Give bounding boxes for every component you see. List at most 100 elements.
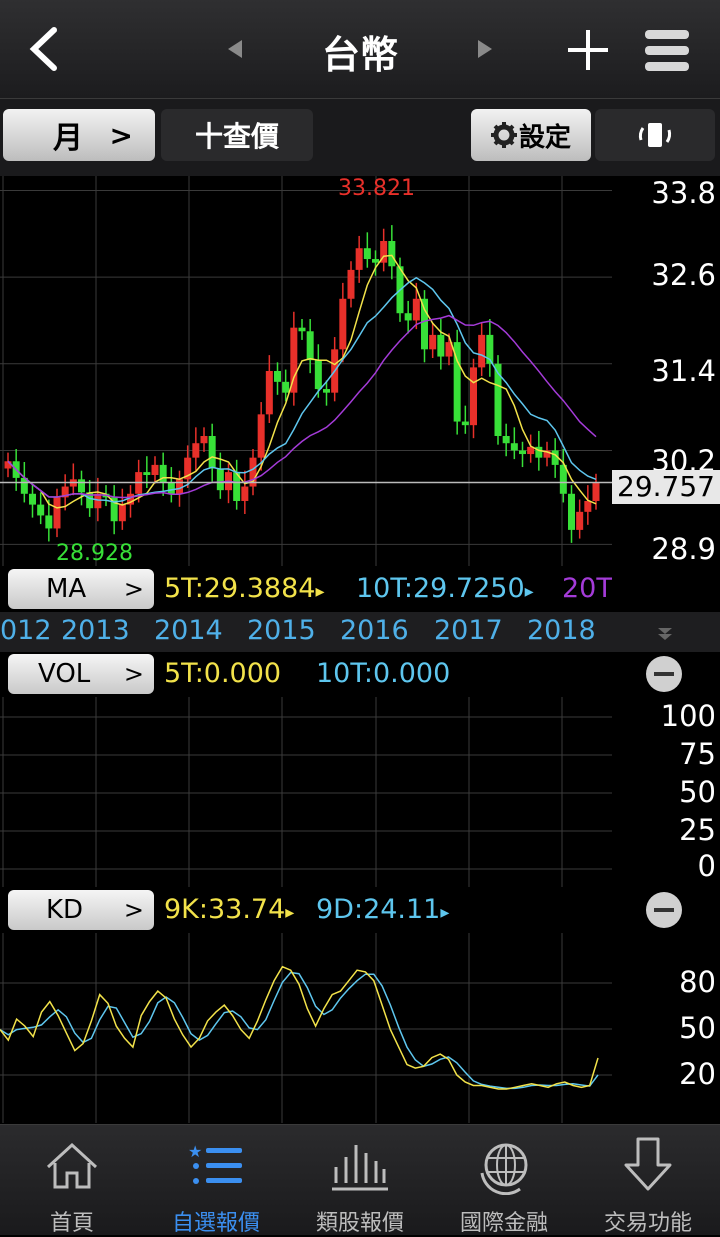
- top-nav-bar: 台幣: [0, 0, 720, 99]
- price-tick: 28.9: [651, 532, 716, 566]
- vol-label: VOL: [38, 659, 91, 689]
- price-chart[interactable]: [0, 176, 612, 566]
- remove-vol-button[interactable]: [646, 656, 682, 692]
- candle: [470, 367, 477, 426]
- candle: [355, 248, 363, 270]
- ma-legend-row: MA > 5T:29.3884▸ 10T:29.7250▸ 20T: [0, 567, 720, 611]
- add-quote-label: 十查價: [194, 120, 279, 153]
- candle: [216, 468, 224, 491]
- add-quote-button[interactable]: 十查價: [161, 109, 313, 161]
- candle: [78, 479, 85, 493]
- high-price-label: 33.821: [338, 176, 415, 201]
- tab-label: 國際金融: [459, 1211, 548, 1236]
- candle: [274, 371, 281, 382]
- ma-label: MA: [46, 574, 87, 604]
- candle: [167, 482, 175, 494]
- candle: [510, 443, 518, 451]
- vol-tick: 0: [697, 849, 716, 883]
- candle: [151, 464, 159, 475]
- year-label: 012: [0, 615, 52, 646]
- ma20-value: 20T: [562, 573, 612, 604]
- kd-d-value: 9D:24.11▸: [316, 894, 450, 925]
- tab-label: 類股報價: [315, 1211, 404, 1236]
- vol-tick: 75: [679, 737, 716, 771]
- candle: [159, 464, 167, 483]
- tab-international[interactable]: 國際金融: [432, 1125, 576, 1236]
- current-price-badge: 29.757: [612, 470, 720, 504]
- gear-icon: [490, 122, 517, 148]
- ma-indicator-button[interactable]: MA >: [8, 569, 154, 609]
- candle: [502, 436, 510, 444]
- rotate-screen-icon: [638, 123, 672, 147]
- ma5-flag-icon: ▸: [315, 581, 325, 602]
- candle: [404, 313, 412, 321]
- chart-toolbar: 月 > 十查價 設定: [0, 99, 720, 176]
- kd-label: KD: [46, 895, 84, 925]
- tab-label: 首頁: [49, 1211, 94, 1236]
- chevron-right-icon: >: [123, 896, 144, 924]
- tab-home[interactable]: 首頁: [0, 1125, 144, 1236]
- candle: [519, 450, 526, 455]
- rotate-button[interactable]: [595, 109, 715, 161]
- menu-icon[interactable]: [643, 26, 691, 74]
- k-flag-icon: ▸: [285, 902, 295, 923]
- trade-icon: [624, 1137, 672, 1191]
- candle: [94, 493, 102, 509]
- ma10-value: 10T:29.7250▸: [356, 573, 534, 604]
- add-icon[interactable]: [566, 28, 610, 72]
- year-label: 2014: [154, 615, 223, 646]
- candle: [200, 436, 208, 444]
- candle: [314, 360, 322, 390]
- vol5-value: 5T:0.000: [164, 658, 282, 689]
- candle: [265, 371, 273, 415]
- home-icon: [46, 1142, 98, 1189]
- vol-tick: 100: [660, 699, 716, 733]
- chevron-right-icon: >: [109, 118, 133, 152]
- candle: [339, 298, 347, 350]
- ma10-flag-icon: ▸: [524, 581, 534, 602]
- candle: [347, 269, 355, 299]
- candle: [29, 493, 36, 505]
- candle: [421, 298, 428, 350]
- chevron-right-icon: >: [123, 660, 144, 688]
- kd-chart[interactable]: [0, 933, 612, 1123]
- candle: [592, 482, 600, 501]
- price-tick: 33.8: [651, 176, 716, 210]
- chevron-right-icon: >: [123, 575, 144, 603]
- candle: [372, 259, 379, 263]
- remove-kd-button[interactable]: [646, 892, 682, 928]
- candle: [568, 493, 575, 530]
- candle: [437, 334, 445, 357]
- tab-trade[interactable]: 交易功能: [576, 1125, 720, 1236]
- volume-chart-panel: 100 75 50 25 0: [0, 697, 720, 887]
- low-price-label: 28.928: [56, 541, 133, 566]
- year-label: 2018: [527, 615, 596, 646]
- vol-tick: 50: [679, 775, 716, 809]
- candle: [306, 331, 314, 361]
- period-button[interactable]: 月 >: [3, 109, 155, 161]
- next-arrow-icon[interactable]: [476, 38, 494, 60]
- candle: [282, 381, 290, 393]
- kd-indicator-button[interactable]: KD >: [8, 890, 154, 930]
- kd-tick: 80: [679, 965, 716, 999]
- collapse-down-icon[interactable]: [656, 624, 674, 642]
- tab-watchlist[interactable]: ★ 自選報價: [144, 1125, 288, 1236]
- candle: [53, 497, 61, 529]
- candle: [37, 504, 45, 516]
- tab-sector-quotes[interactable]: 類股報價: [288, 1125, 432, 1236]
- candle: [192, 443, 200, 458]
- volume-chart[interactable]: [0, 697, 612, 887]
- candle: [584, 501, 592, 512]
- candle: [494, 363, 502, 436]
- settings-button[interactable]: 設定: [471, 109, 591, 161]
- candle: [118, 504, 126, 522]
- year-label: 2015: [247, 615, 316, 646]
- candle: [45, 515, 53, 529]
- candle: [412, 298, 420, 321]
- candle: [461, 421, 469, 426]
- candle: [388, 241, 396, 267]
- settings-label: 設定: [518, 122, 571, 153]
- candle: [429, 334, 437, 350]
- vol-indicator-button[interactable]: VOL >: [8, 654, 154, 694]
- year-label: 2013: [61, 615, 130, 646]
